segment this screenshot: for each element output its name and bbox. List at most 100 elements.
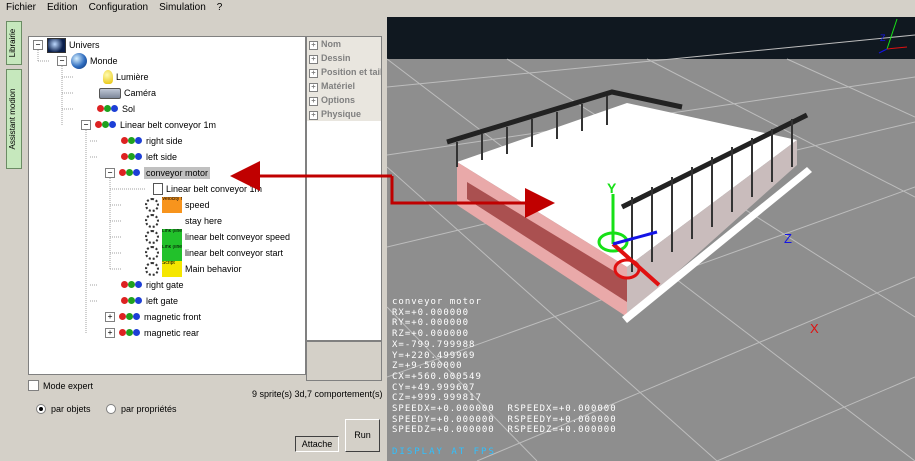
gear-icon bbox=[145, 246, 159, 260]
prop-section-nom[interactable]: + Nom bbox=[307, 37, 381, 51]
tree-item-belt-start[interactable]: Link (linear) linear belt conveyor start bbox=[145, 245, 283, 261]
menu-simulation[interactable]: Simulation bbox=[153, 0, 211, 13]
gizmo-y-label: Y bbox=[607, 180, 617, 196]
axis-x-label: X bbox=[810, 321, 819, 336]
camera-icon bbox=[99, 87, 121, 99]
tree-item-label: right gate bbox=[146, 280, 184, 290]
object-icon bbox=[95, 120, 117, 130]
collapse-toggle[interactable]: − bbox=[81, 120, 91, 130]
menu-help[interactable]: ? bbox=[211, 0, 228, 13]
tree-item-label: Caméra bbox=[124, 88, 157, 98]
radio-par-objets[interactable]: par objets bbox=[36, 404, 91, 414]
tree-item-left-side[interactable]: left side bbox=[121, 149, 177, 165]
coordinates-overlay: conveyor motor RX=+0.000000 RY=+0.000000… bbox=[392, 297, 617, 436]
tree-item-right-side[interactable]: right side bbox=[121, 133, 183, 149]
checkbox-box bbox=[28, 380, 39, 391]
object-icon bbox=[97, 104, 119, 114]
gear-icon bbox=[145, 198, 159, 212]
object-icon bbox=[119, 328, 141, 338]
tab-librairie[interactable]: Librairie bbox=[6, 21, 22, 65]
mini-y-axis bbox=[886, 18, 898, 50]
overlay-x: X=-799.799988 bbox=[392, 339, 476, 350]
run-button[interactable]: Run bbox=[345, 419, 380, 452]
tree-item-label: left gate bbox=[146, 296, 179, 306]
prop-section-options[interactable]: + Options bbox=[307, 93, 381, 107]
expand-icon: + bbox=[309, 111, 318, 120]
tree-item-univers[interactable]: − Univers bbox=[33, 37, 100, 53]
fps-readout: DISPLAY AT FPS bbox=[392, 447, 496, 457]
overlay-speed-z: SPEEDZ=+0.000000 RSPEEDZ=+0.000000 bbox=[392, 425, 617, 436]
tree-item-label: Main behavior bbox=[185, 264, 242, 274]
expand-icon: + bbox=[309, 55, 318, 64]
prop-section-position[interactable]: +Position et taille bbox=[307, 65, 381, 79]
object-icon bbox=[121, 152, 143, 162]
expand-icon: + bbox=[309, 41, 318, 50]
overlay-ry: RY=+0.000000 bbox=[392, 318, 470, 329]
tree-item-label: linear belt conveyor speed bbox=[185, 232, 291, 242]
tree-item-camera[interactable]: Caméra bbox=[99, 85, 156, 101]
tree-item-label: Monde bbox=[90, 56, 118, 66]
tree-item-label: Univers bbox=[69, 40, 100, 50]
overlay-cz: CZ=+999.999817 bbox=[392, 393, 482, 404]
prop-section-materiel[interactable]: + Matériel bbox=[307, 79, 381, 93]
menu-bar: Fichier Edition Configuration Simulation? bbox=[0, 0, 387, 17]
tree-item-label: speed bbox=[185, 200, 210, 210]
mini-z-label: Z bbox=[880, 33, 886, 43]
tree-item-label: Sol bbox=[122, 104, 136, 114]
tree-item-belt-speed[interactable]: Link (linear) linear belt conveyor speed bbox=[145, 229, 290, 245]
collapse-toggle[interactable]: − bbox=[105, 168, 115, 178]
tree-item-label: conveyor motor bbox=[144, 167, 211, 179]
menu-configuration[interactable]: Configuration bbox=[83, 0, 153, 13]
menu-fichier[interactable]: Fichier bbox=[0, 0, 41, 13]
tree-item-label: left side bbox=[146, 152, 178, 162]
radio-dot bbox=[106, 404, 116, 414]
expand-icon: + bbox=[309, 83, 318, 92]
tree-item-left-gate[interactable]: left gate bbox=[121, 293, 178, 309]
properties-footer bbox=[306, 341, 382, 381]
attache-button[interactable]: Attache bbox=[295, 436, 339, 452]
tree-item-monde[interactable]: − Monde bbox=[57, 53, 118, 69]
tree-item-stay-here[interactable]: stay here bbox=[145, 213, 222, 229]
object-icon bbox=[119, 312, 141, 322]
tree-item-main-behavior[interactable]: Script Main behavior bbox=[145, 261, 242, 277]
behavior-thumbnail bbox=[162, 213, 182, 229]
properties-body bbox=[307, 121, 381, 340]
tree-item-conveyor-motor[interactable]: − conveyor motor bbox=[105, 165, 211, 181]
overlay-object-name: conveyor motor bbox=[392, 297, 482, 307]
tree-item-conveyor[interactable]: − Linear belt conveyor 1m bbox=[81, 117, 216, 133]
prop-section-dessin[interactable]: + Dessin bbox=[307, 51, 381, 65]
tree-item-magnetic-front[interactable]: + magnetic front bbox=[105, 309, 201, 325]
overlay-cy: CY=+49.999607 bbox=[392, 382, 476, 393]
light-bulb-icon bbox=[103, 70, 113, 84]
object-icon bbox=[121, 296, 143, 306]
axis-z-label: Z bbox=[784, 231, 792, 246]
tree-item-label: Linear belt conveyor 1m bbox=[166, 184, 263, 194]
tree-item-motor-linked[interactable]: Linear belt conveyor 1m bbox=[153, 181, 262, 197]
expand-icon: + bbox=[309, 97, 318, 106]
overlay-y: Y=+220.499969 bbox=[392, 350, 476, 361]
properties-panel: +Nom +Dessin +Position et taille +Matéri… bbox=[306, 36, 382, 341]
collapse-toggle[interactable]: − bbox=[57, 56, 67, 66]
tree-item-magnetic-rear[interactable]: + magnetic rear bbox=[105, 325, 199, 341]
scene-tree[interactable]: − Univers − Monde Lumière Caméra Sol − L… bbox=[28, 36, 306, 375]
expand-toggle[interactable]: + bbox=[105, 312, 115, 322]
tree-item-speed[interactable]: Velocity relative speed bbox=[145, 197, 210, 213]
tree-item-right-gate[interactable]: right gate bbox=[121, 277, 184, 293]
overlay-z: Z=+9.500000 bbox=[392, 361, 463, 372]
tab-assistant[interactable]: Assistant modion bbox=[6, 69, 22, 169]
tree-item-label: linear belt conveyor start bbox=[185, 248, 284, 258]
menu-edition[interactable]: Edition bbox=[41, 0, 83, 13]
overlay-cx: CX=+560.000549 bbox=[392, 371, 482, 382]
expand-toggle[interactable]: + bbox=[105, 328, 115, 338]
tree-item-label: magnetic rear bbox=[144, 328, 200, 338]
collapse-toggle[interactable]: − bbox=[33, 40, 43, 50]
prop-section-physique[interactable]: + Physique bbox=[307, 107, 381, 121]
object-icon bbox=[121, 280, 143, 290]
tree-item-lumiere[interactable]: Lumière bbox=[103, 69, 149, 85]
behavior-thumbnail: Link (linear) bbox=[162, 245, 182, 261]
radio-par-proprietes[interactable]: par propriétés bbox=[106, 404, 177, 414]
tree-item-label: Linear belt conveyor 1m bbox=[120, 120, 217, 130]
mode-expert-checkbox[interactable]: Mode expert bbox=[28, 380, 93, 391]
tree-item-sol[interactable]: Sol bbox=[97, 101, 135, 117]
radio-dot bbox=[36, 404, 46, 414]
